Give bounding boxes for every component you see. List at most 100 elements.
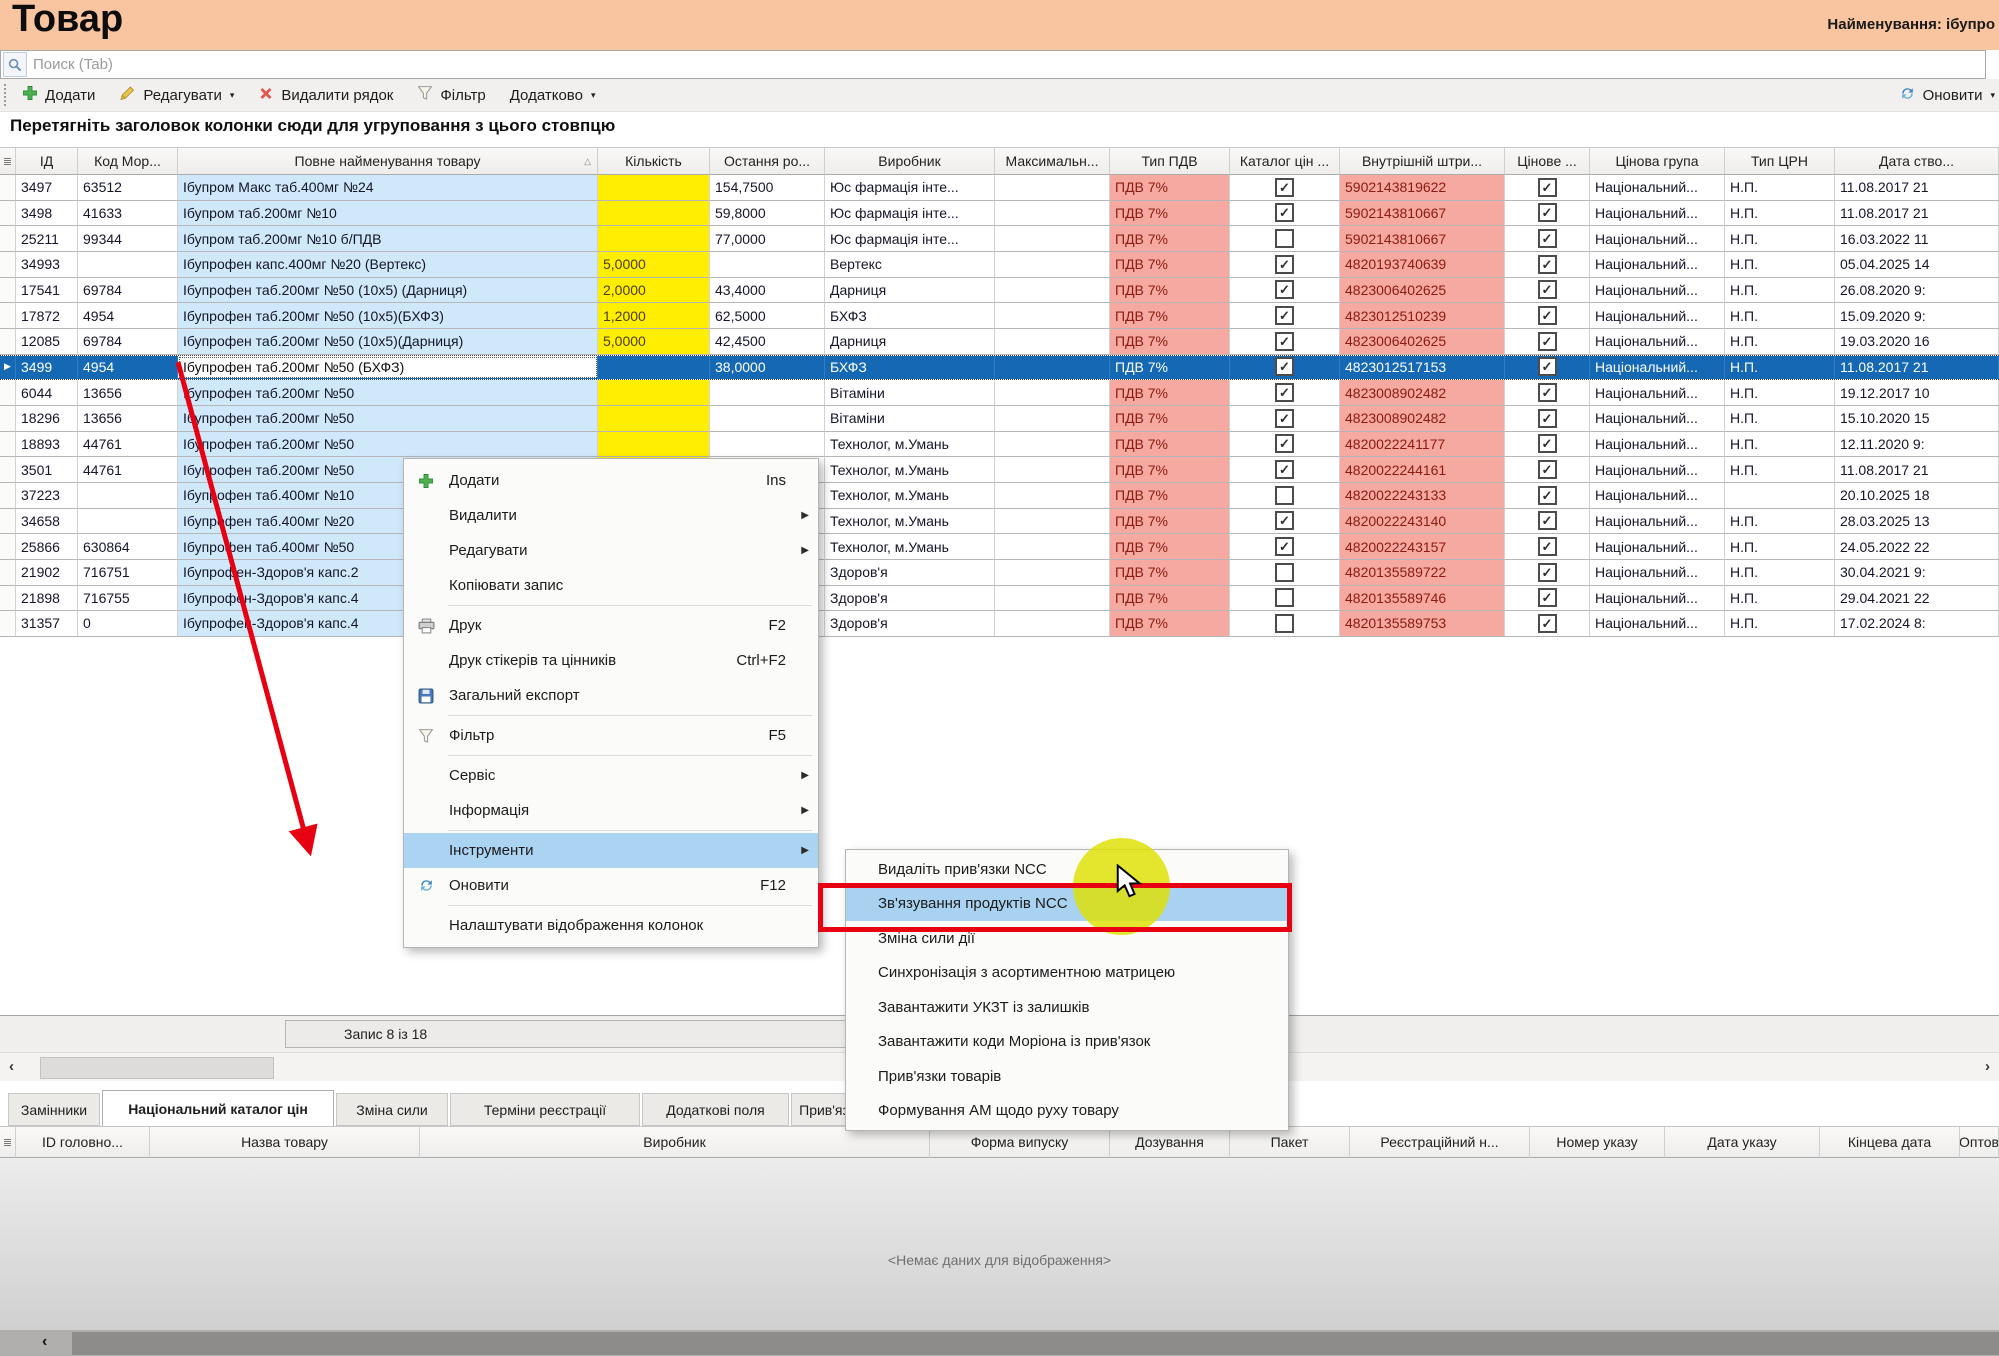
scroll-left-icon[interactable]: ‹ (9, 1058, 14, 1075)
cell-vat[interactable]: ПДВ 7% (1110, 483, 1230, 509)
cell-group[interactable]: Національний... (1590, 226, 1725, 252)
toolbar-drag-handle[interactable] (4, 84, 10, 106)
cell-date[interactable]: 15.09.2020 9: (1835, 303, 1999, 329)
cell-catalog[interactable]: ✓ (1230, 278, 1340, 304)
cell-manuf[interactable]: Дарниця (825, 278, 995, 304)
cell-group[interactable]: Національний... (1590, 380, 1725, 406)
cell-qty[interactable]: 5,0000 (598, 329, 710, 355)
cell-qty[interactable] (598, 201, 710, 227)
cell-max[interactable] (995, 303, 1110, 329)
cell-group[interactable]: Національний... (1590, 611, 1725, 637)
cell-id[interactable]: 34658 (16, 509, 78, 535)
cell-qty[interactable]: 5,0000 (598, 252, 710, 278)
table-row[interactable]: 1208569784Ібупрофен таб.200мг №50 (10х5)… (0, 329, 1999, 355)
cell-pricing[interactable]: ✓ (1505, 201, 1590, 227)
cell-date[interactable]: 29.04.2021 22 (1835, 586, 1999, 612)
cell-id[interactable]: 31357 (16, 611, 78, 637)
cell-last[interactable]: 59,8000 (710, 201, 825, 227)
table-row[interactable]: 349841633Ібупром таб.200мг №1059,8000Юс … (0, 201, 1999, 227)
cell-qty[interactable] (598, 356, 710, 380)
checkbox-checked[interactable]: ✓ (1275, 383, 1294, 402)
menu-item[interactable]: Інструменти▶ (404, 833, 818, 868)
cell-barcode[interactable]: 4820022243157 (1340, 534, 1505, 560)
cell-catalog[interactable]: ✓ (1230, 329, 1340, 355)
cell-id[interactable]: 17872 (16, 303, 78, 329)
checkbox-checked[interactable]: ✓ (1275, 409, 1294, 428)
cell-qty[interactable] (598, 226, 710, 252)
table-row[interactable]: 1754169784Ібупрофен таб.200мг №50 (10х5)… (0, 278, 1999, 304)
cell-barcode[interactable]: 4820022243140 (1340, 509, 1505, 535)
column-header[interactable]: ID головно... (16, 1126, 150, 1158)
cell-crn[interactable]: Н.П. (1725, 329, 1835, 355)
cell-code[interactable]: 44761 (78, 432, 178, 458)
checkbox-checked[interactable]: ✓ (1538, 614, 1557, 633)
submenu-item[interactable]: Формування АМ щодо руху товару (846, 1094, 1288, 1129)
cell-barcode[interactable]: 5902143810667 (1340, 226, 1505, 252)
cell-last[interactable] (710, 432, 825, 458)
cell-code[interactable]: 0 (78, 611, 178, 637)
cell-manuf[interactable]: БХФЗ (825, 356, 995, 380)
cell-id[interactable]: 17541 (16, 278, 78, 304)
menu-item[interactable]: Інформація▶ (404, 793, 818, 828)
cell-manuf[interactable]: Технолог, м.Умань (825, 457, 995, 483)
cell-date[interactable]: 11.08.2017 21 (1835, 201, 1999, 227)
cell-barcode[interactable]: 4823006402625 (1340, 329, 1505, 355)
cell-name[interactable]: Ібупрофен таб.200мг №50 (178, 406, 598, 432)
cell-vat[interactable]: ПДВ 7% (1110, 586, 1230, 612)
cell-date[interactable]: 11.08.2017 21 (1835, 356, 1999, 380)
checkbox-unchecked[interactable] (1275, 229, 1294, 248)
submenu-item[interactable]: Завантажити УКЗТ із залишків (846, 990, 1288, 1025)
cell-barcode[interactable]: 4820135589746 (1340, 586, 1505, 612)
cell-catalog[interactable]: ✓ (1230, 509, 1340, 535)
cell-group[interactable]: Національний... (1590, 586, 1725, 612)
cell-group[interactable]: Національний... (1590, 534, 1725, 560)
cell-name[interactable]: Ібупрофен капс.400мг №20 (Вертекс) (178, 252, 598, 278)
column-header[interactable]: Тип ЦРН (1725, 147, 1835, 175)
cell-max[interactable] (995, 329, 1110, 355)
column-header[interactable]: Остання ро... (710, 147, 825, 175)
cell-crn[interactable]: Н.П. (1725, 278, 1835, 304)
cell-group[interactable]: Національний... (1590, 356, 1725, 380)
menu-item[interactable]: Загальний експорт (404, 678, 818, 713)
cell-crn[interactable]: Н.П. (1725, 611, 1835, 637)
cell-vat[interactable]: ПДВ 7% (1110, 432, 1230, 458)
cell-barcode[interactable]: 4820135589722 (1340, 560, 1505, 586)
cell-max[interactable] (995, 201, 1110, 227)
checkbox-checked[interactable]: ✓ (1275, 357, 1294, 376)
checkbox-checked[interactable]: ✓ (1275, 537, 1294, 556)
cell-qty[interactable] (598, 432, 710, 458)
checkbox-checked[interactable]: ✓ (1538, 460, 1557, 479)
checkbox-checked[interactable]: ✓ (1538, 255, 1557, 274)
cell-group[interactable]: Національний... (1590, 175, 1725, 201)
cell-catalog[interactable]: ✓ (1230, 303, 1340, 329)
checkbox-checked[interactable]: ✓ (1538, 511, 1557, 530)
cell-pricing[interactable]: ✓ (1505, 586, 1590, 612)
column-header[interactable]: Максимальн... (995, 147, 1110, 175)
delete-row-button[interactable]: Видалити рядок (258, 86, 393, 105)
menu-item[interactable]: Друк стікерів та цінниківCtrl+F2 (404, 643, 818, 678)
filter-button[interactable]: Фільтр (417, 85, 485, 105)
checkbox-unchecked[interactable] (1275, 588, 1294, 607)
cell-code[interactable]: 99344 (78, 226, 178, 252)
cell-catalog[interactable]: ✓ (1230, 175, 1340, 201)
cell-manuf[interactable]: Технолог, м.Умань (825, 432, 995, 458)
cell-pricing[interactable]: ✓ (1505, 432, 1590, 458)
cell-date[interactable]: 15.10.2020 15 (1835, 406, 1999, 432)
column-header[interactable]: Цінова група (1590, 147, 1725, 175)
cell-date[interactable]: 16.03.2022 11 (1835, 226, 1999, 252)
table-row[interactable]: 21898716755Ібупрофен-Здоров'я капс.4Здор… (0, 586, 1999, 612)
menu-item[interactable]: Видалити▶ (404, 498, 818, 533)
cell-name[interactable]: Ібупрофен таб.200мг №50 (10х5)(Дарниця) (178, 329, 598, 355)
cell-manuf[interactable]: Здоров'я (825, 560, 995, 586)
column-header[interactable]: Цінове ... (1505, 147, 1590, 175)
cell-date[interactable]: 11.08.2017 21 (1835, 457, 1999, 483)
cell-name[interactable]: Ібупрофен таб.200мг №50 (178, 380, 598, 406)
cell-crn[interactable]: Н.П. (1725, 457, 1835, 483)
cell-max[interactable] (995, 175, 1110, 201)
cell-crn[interactable]: Н.П. (1725, 201, 1835, 227)
cell-date[interactable]: 19.12.2017 10 (1835, 380, 1999, 406)
cell-barcode[interactable]: 5902143810667 (1340, 201, 1505, 227)
add-button[interactable]: Додати (22, 85, 95, 105)
column-header[interactable]: Оптов (1960, 1126, 1999, 1158)
cell-name[interactable]: Ібупрофен таб.200мг №50 (10х5) (Дарниця) (178, 278, 598, 304)
